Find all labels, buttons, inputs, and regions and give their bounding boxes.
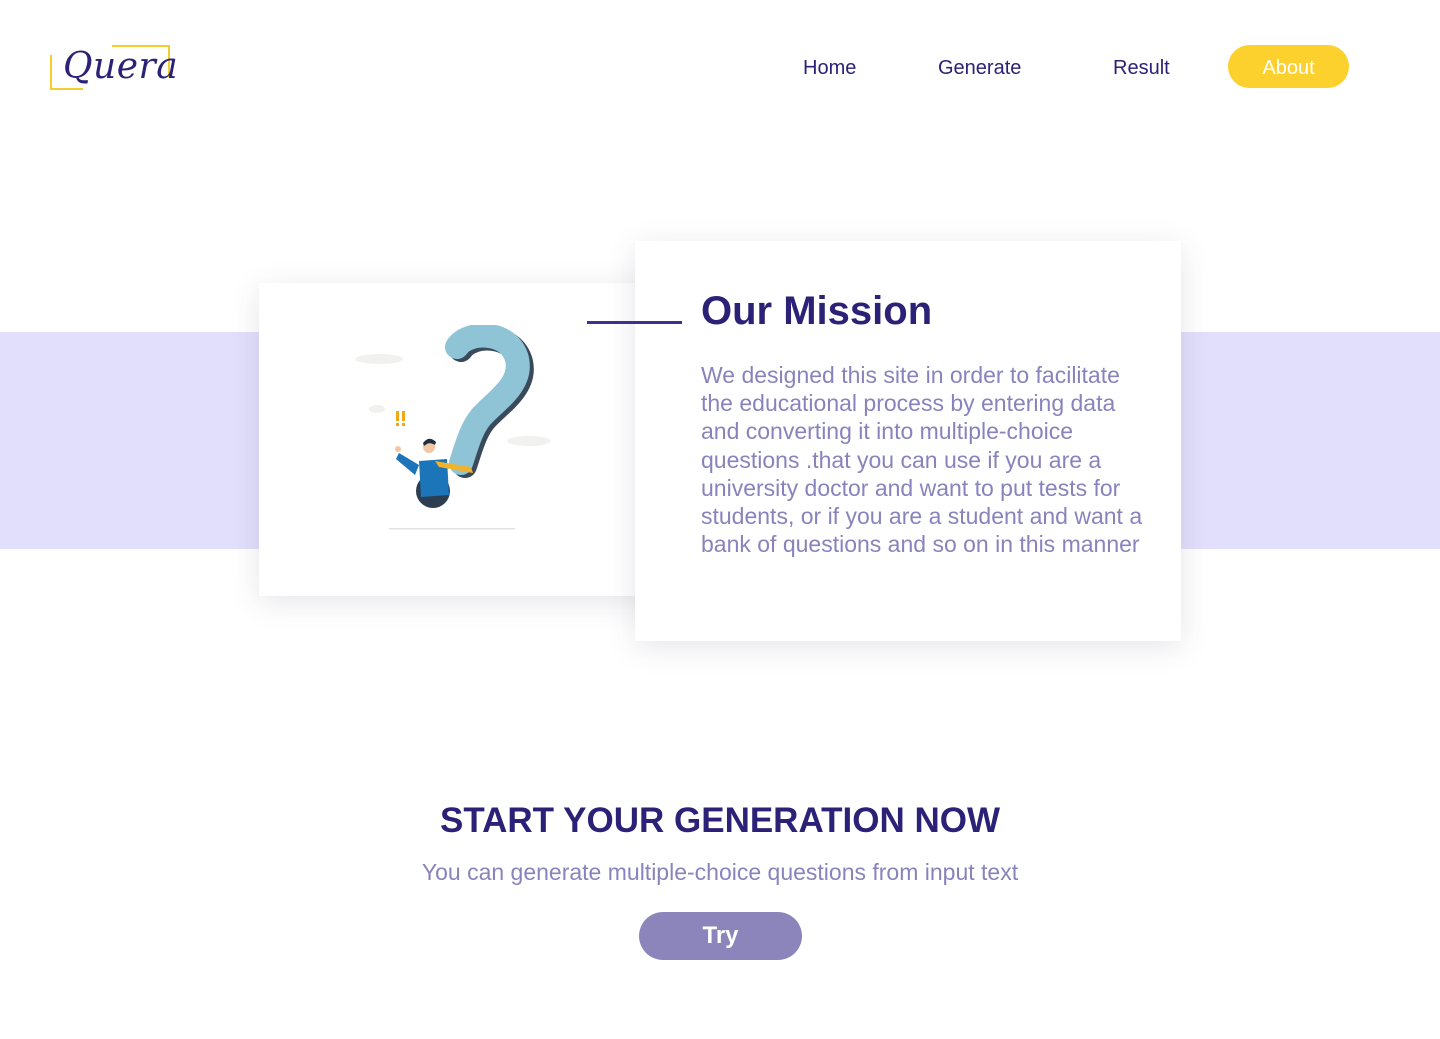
logo[interactable]: Quera [50, 45, 178, 90]
nav-about-button[interactable]: About [1228, 45, 1349, 88]
mission-title: Our Mission [701, 289, 933, 333]
mission-title-accent-line [587, 321, 682, 324]
logo-text: Quera [63, 46, 179, 87]
nav-result-link[interactable]: Result [1113, 45, 1170, 88]
cta-title: START YOUR GENERATION NOW [440, 801, 1000, 840]
mission-description: We designed this site in order to facili… [701, 362, 1143, 558]
nav-generate-link[interactable]: Generate [938, 45, 1021, 88]
cta-subtitle: You can generate multiple-choice questio… [421, 859, 1019, 885]
nav-home-link[interactable]: Home [803, 45, 856, 88]
try-button[interactable]: Try [639, 912, 802, 960]
illustration-card [259, 283, 658, 596]
question-mark-person-illustration [355, 325, 551, 530]
